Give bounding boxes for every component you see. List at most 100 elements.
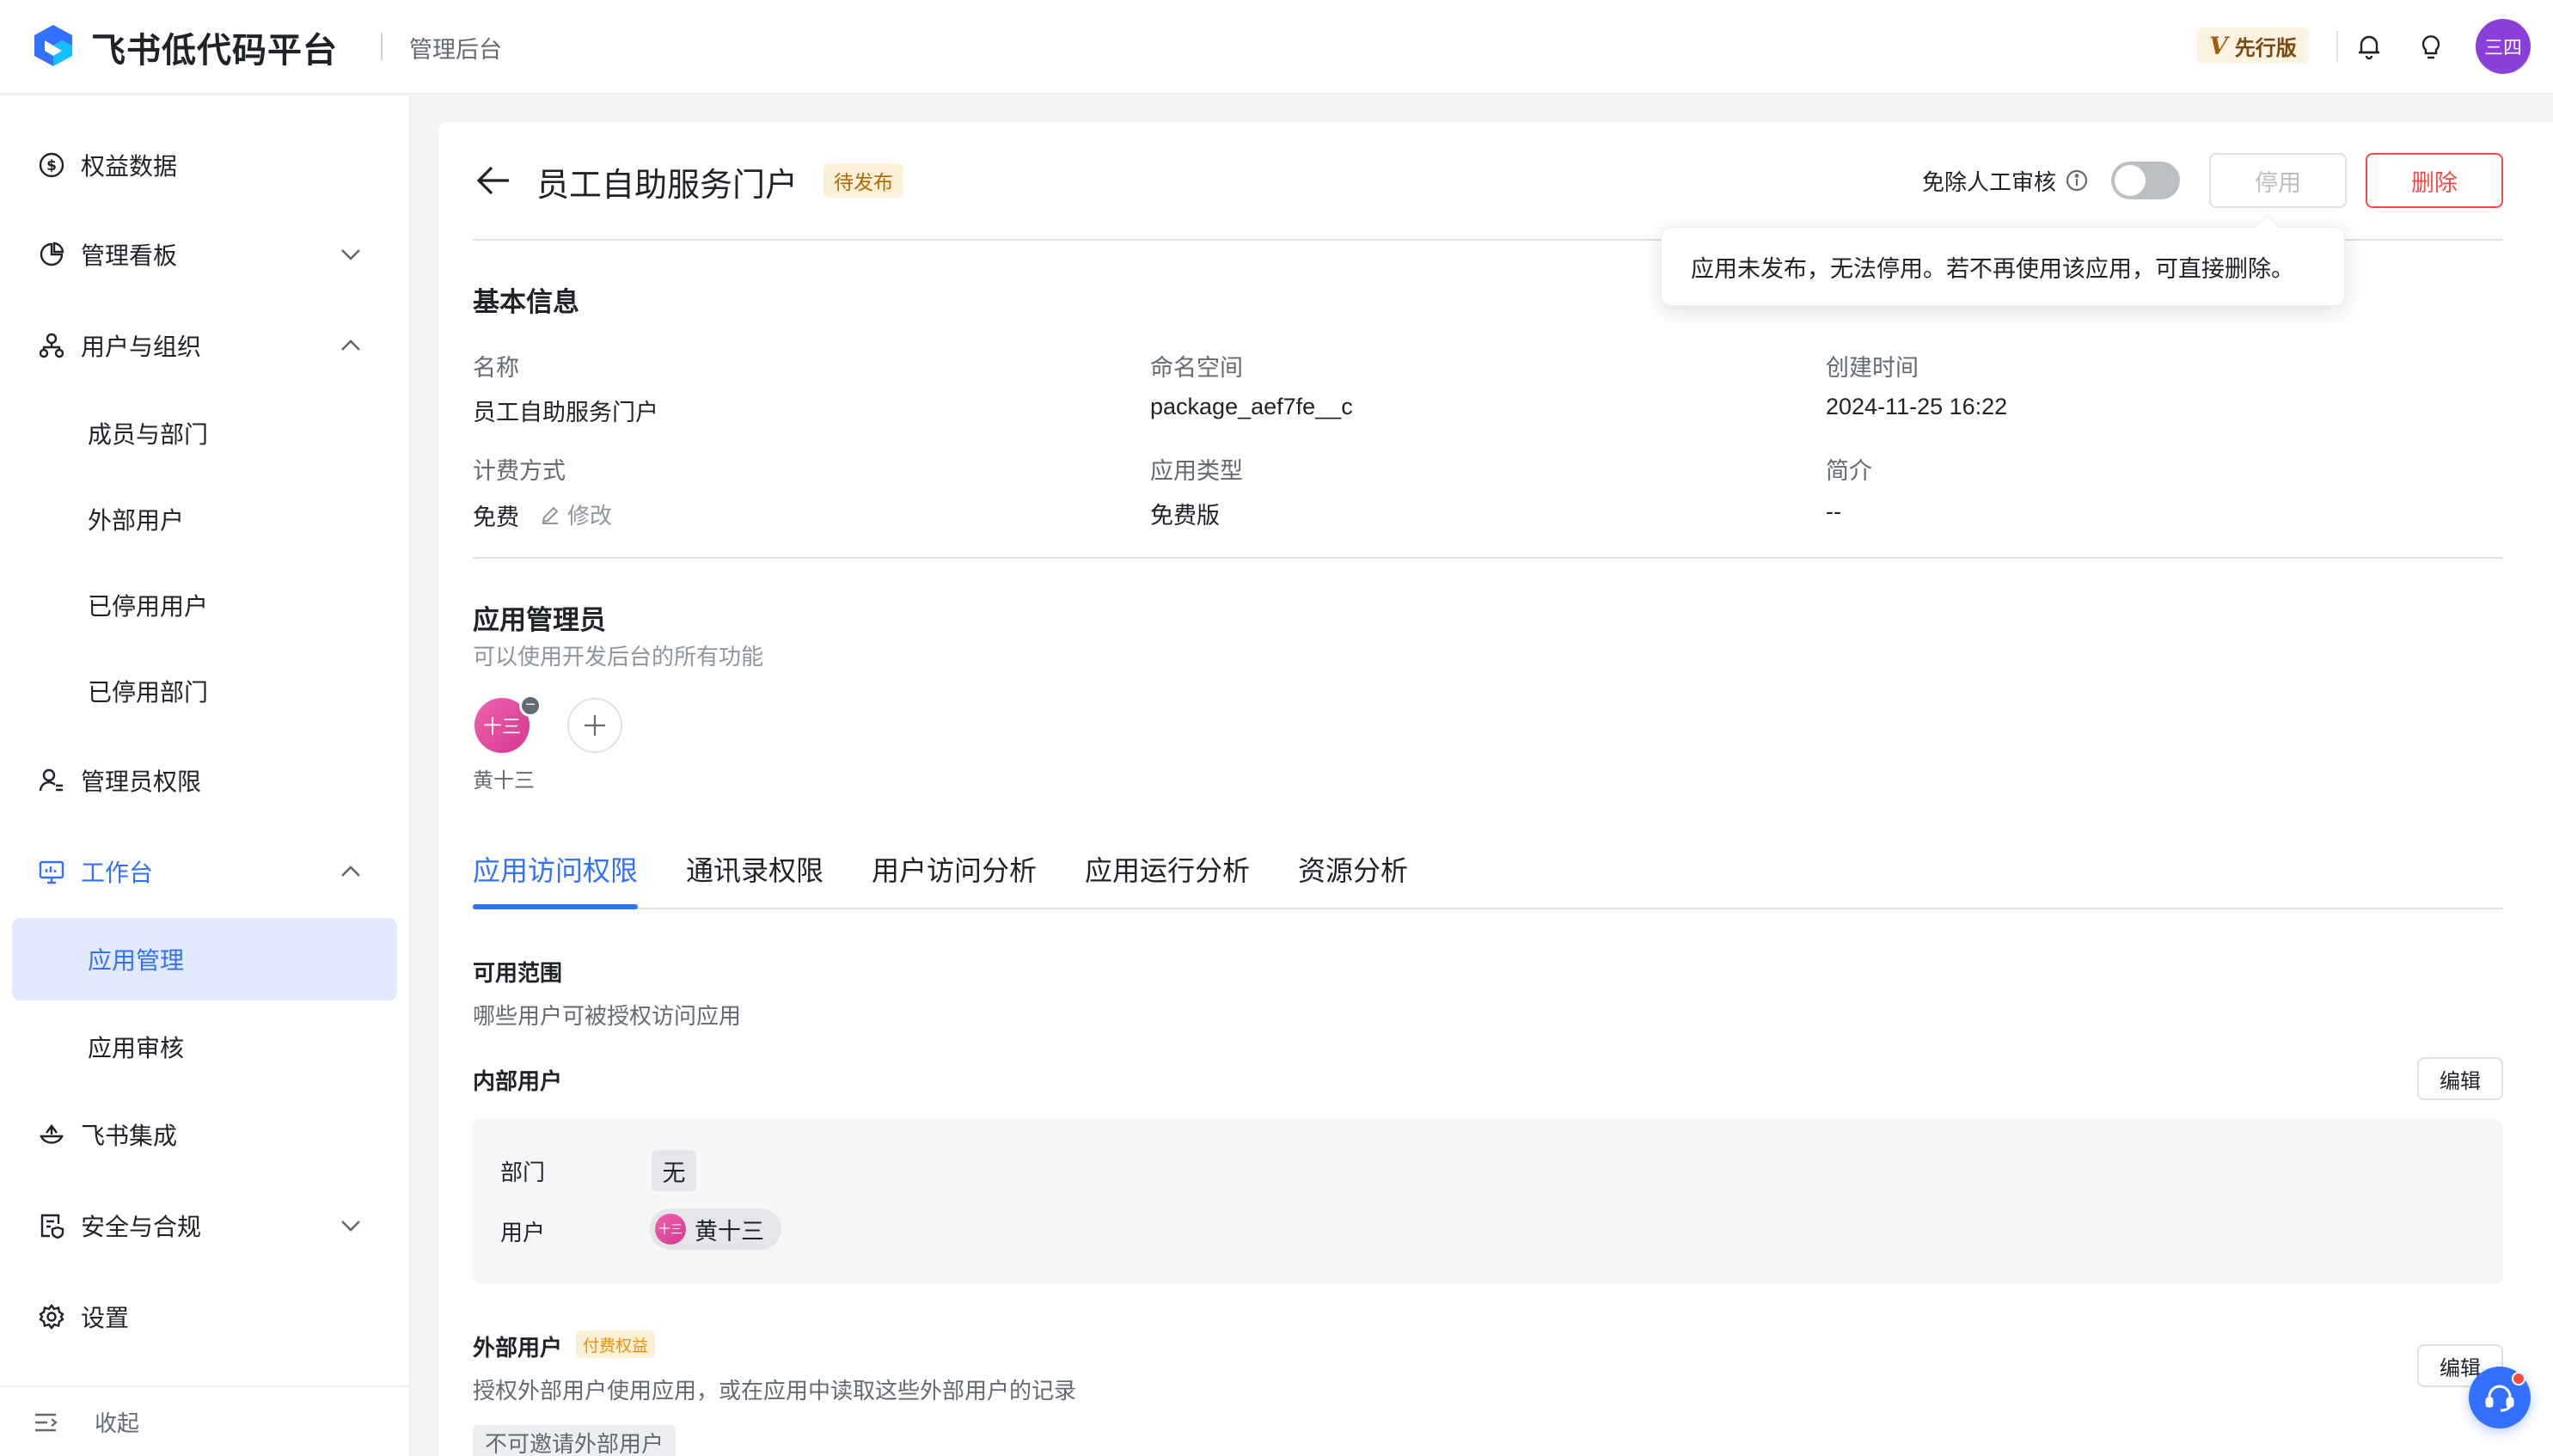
external-users-description: 授权外部用户使用应用，或在应用中读取这些外部用户的记录 <box>473 1378 1077 1404</box>
department-label: 部门 <box>500 1159 546 1185</box>
collapse-label: 收起 <box>95 1410 140 1436</box>
department-value: 无 <box>652 1150 696 1191</box>
page-title: 员工自助服务门户 <box>536 168 799 204</box>
status-badge: 待发布 <box>823 163 903 198</box>
info-icon[interactable] <box>2065 168 2089 193</box>
dollar-circle-icon: $ <box>39 152 64 178</box>
sidebar-item-label: 成员与部门 <box>88 421 209 448</box>
disable-button[interactable]: 停用 <box>2209 153 2347 208</box>
monitor-icon <box>39 860 64 884</box>
sidebar-item-workbench[interactable]: 工作台 <box>12 830 397 913</box>
tooltip-text: 应用未发布，无法停用。若不再使用该应用，可直接删除。 <box>1691 255 2294 282</box>
skip-review-toggle[interactable] <box>2111 162 2180 199</box>
created-time-value: 2024-11-25 16:22 <box>1826 394 2008 419</box>
tab-resource-analysis[interactable]: 资源分析 <box>1298 849 1408 889</box>
sidebar-item-external-users[interactable]: 外部用户 <box>12 478 397 560</box>
user-chip: 十三 黄十三 <box>650 1208 781 1250</box>
user-chip-name: 黄十三 <box>695 1218 764 1245</box>
app-logo-icon <box>34 25 72 66</box>
sidebar-item-feishu-integration[interactable]: 飞书集成 <box>12 1093 397 1176</box>
intro-value: -- <box>1826 499 1841 524</box>
brand-divider <box>381 33 383 60</box>
sidebar-item-label: 已停用部门 <box>88 679 209 706</box>
app-type-value: 免费版 <box>1150 503 1220 529</box>
bell-icon[interactable] <box>2350 28 2388 65</box>
remove-admin-icon[interactable]: − <box>519 694 542 717</box>
chevron-up-icon <box>341 340 360 351</box>
sidebar-item-label: 应用管理 <box>88 947 185 974</box>
app-admins-title: 应用管理员 <box>473 605 606 635</box>
scope-description: 哪些用户可被授权访问应用 <box>473 1003 742 1029</box>
internal-users-title: 内部用户 <box>473 1068 563 1094</box>
sidebar-item-label: 外部用户 <box>88 507 185 534</box>
internal-users-edit-button[interactable]: 编辑 <box>2417 1057 2503 1100</box>
sidebar-item-benefit-data[interactable]: $ 权益数据 <box>12 124 397 206</box>
name-label: 名称 <box>473 355 519 381</box>
brand-title: 飞书低代码平台 <box>91 32 338 70</box>
sidebar-item-security-compliance[interactable]: 安全与合规 <box>12 1184 397 1267</box>
billing-edit-label: 修改 <box>567 503 613 529</box>
sidebar-item-label: 设置 <box>81 1305 130 1331</box>
pie-chart-icon <box>40 242 64 266</box>
user-chip-avatar: 十三 <box>655 1214 686 1245</box>
sidebar-item-label: 应用审核 <box>88 1035 185 1061</box>
sidebar: $ 权益数据 管理看板 用户与组织 成员与部门 外部用户 已停用用户 已停用部门… <box>0 96 411 1456</box>
tabs-divider <box>473 908 2503 909</box>
sidebar-item-label: 飞书集成 <box>81 1123 178 1149</box>
admin-user-icon <box>39 768 63 792</box>
sidebar-item-users-org[interactable]: 用户与组织 <box>12 304 397 387</box>
sidebar-item-label: 用户与组织 <box>81 333 202 360</box>
scope-title: 可用范围 <box>473 960 563 986</box>
sidebar-item-label: 已停用用户 <box>88 593 209 620</box>
sidebar-item-settings[interactable]: 设置 <box>12 1276 397 1358</box>
app-admins-description: 可以使用开发后台的所有功能 <box>473 644 764 670</box>
top-bar: 飞书低代码平台 管理后台 V 先行版 三四 <box>0 0 2553 95</box>
sidebar-item-disabled-users[interactable]: 已停用用户 <box>12 564 397 646</box>
sidebar-item-label: 工作台 <box>81 860 154 886</box>
paid-benefit-badge: 付费权益 <box>576 1331 656 1358</box>
tab-contacts-permission[interactable]: 通讯录权限 <box>686 849 823 889</box>
disable-tooltip: 应用未发布，无法停用。若不再使用该应用，可直接删除。 <box>1661 227 2345 306</box>
external-users-title: 外部用户 <box>473 1335 563 1361</box>
internal-scope-box <box>473 1119 2503 1284</box>
admin-name: 黄十三 <box>473 769 535 792</box>
back-arrow-icon[interactable] <box>474 163 512 198</box>
billing-value: 免费 <box>473 505 519 530</box>
version-v-icon: V <box>2209 31 2228 60</box>
active-tab-indicator <box>473 904 638 909</box>
add-admin-button[interactable] <box>567 698 622 753</box>
name-value: 员工自助服务门户 <box>473 400 658 425</box>
user-label: 用户 <box>500 1220 546 1245</box>
sidebar-item-label: 权益数据 <box>81 153 178 180</box>
integration-icon <box>40 1124 64 1144</box>
tab-app-access[interactable]: 应用访问权限 <box>473 849 638 889</box>
sidebar-item-disabled-departments[interactable]: 已停用部门 <box>12 650 397 732</box>
created-time-label: 创建时间 <box>1826 355 1919 381</box>
sidebar-item-app-management[interactable]: 应用管理 <box>12 918 397 1000</box>
sidebar-collapse-button[interactable]: 收起 <box>0 1386 409 1456</box>
delete-button[interactable]: 删除 <box>2366 153 2503 208</box>
namespace-label: 命名空间 <box>1150 355 1243 381</box>
version-badge[interactable]: V 先行版 <box>2197 28 2309 64</box>
tab-user-access-analysis[interactable]: 用户访问分析 <box>872 849 1037 889</box>
security-doc-icon <box>40 1214 64 1239</box>
headset-icon <box>2485 1385 2514 1412</box>
svg-text:$: $ <box>46 157 57 174</box>
tab-app-run-analysis[interactable]: 应用运行分析 <box>1085 849 1250 889</box>
user-avatar[interactable]: 三四 <box>2476 19 2531 74</box>
skip-review-label: 免除人工审核 <box>1922 169 2057 195</box>
intro-label: 简介 <box>1826 458 1872 484</box>
collapse-menu-icon <box>35 1413 58 1432</box>
chevron-up-icon <box>341 866 360 877</box>
sidebar-item-members-departments[interactable]: 成员与部门 <box>12 392 397 474</box>
plus-icon <box>585 715 605 736</box>
chevron-down-icon <box>341 249 360 260</box>
sidebar-item-app-review[interactable]: 应用审核 <box>12 1006 397 1088</box>
sidebar-item-dashboard[interactable]: 管理看板 <box>12 213 397 296</box>
sidebar-item-admin-permissions[interactable]: 管理员权限 <box>12 739 397 822</box>
no-invite-badge: 不可邀请外部用户 <box>473 1425 677 1456</box>
sidebar-item-label: 安全与合规 <box>81 1214 202 1240</box>
billing-edit-link[interactable]: 修改 <box>540 499 612 530</box>
lightbulb-icon[interactable] <box>2412 28 2450 65</box>
brand-subtitle: 管理后台 <box>409 37 502 63</box>
